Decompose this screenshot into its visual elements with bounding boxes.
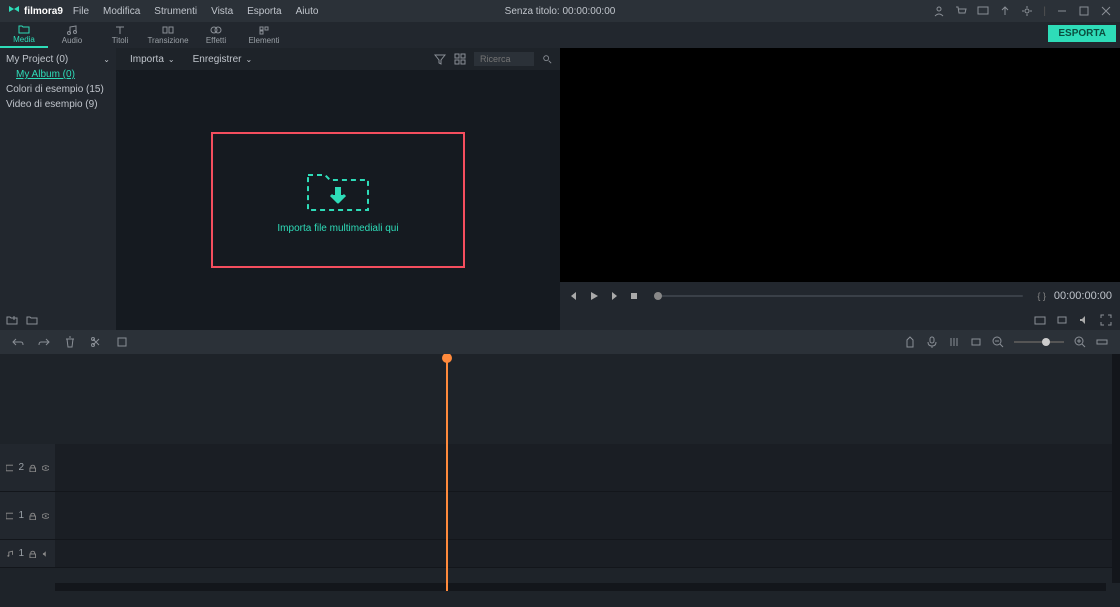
prev-frame-icon[interactable] (568, 290, 580, 302)
menubar: filmora9 File Modifica Strumenti Vista E… (0, 0, 1120, 22)
import-drop-zone[interactable]: Importa file multimediali qui (211, 132, 465, 268)
close-icon[interactable] (1100, 5, 1112, 17)
eye-icon[interactable] (42, 464, 49, 472)
tab-media[interactable]: Media (0, 22, 48, 48)
chevron-down-icon: ⌄ (246, 55, 253, 64)
eye-icon[interactable] (42, 512, 49, 520)
record-dropdown[interactable]: Enregistrer ⌄ (187, 52, 259, 67)
new-folder-icon[interactable] (6, 314, 18, 326)
sidebar: My Project (0) ⌄ My Album (0) Colori di … (0, 48, 116, 330)
sidebar-item-myalbum[interactable]: My Album (0) (6, 67, 110, 82)
video-track-2[interactable]: 2 (0, 444, 1120, 492)
effects-icon (210, 25, 222, 35)
chevron-down-icon: ⌄ (103, 55, 110, 64)
play-icon[interactable] (588, 290, 600, 302)
zoom-out-icon[interactable] (992, 336, 1004, 348)
import-dropdown[interactable]: Importa ⌄ (124, 52, 181, 67)
search-icon[interactable] (542, 54, 552, 64)
lock-icon[interactable] (29, 512, 36, 520)
horizontal-scrollbar[interactable] (55, 583, 1106, 591)
folder-icon (18, 24, 30, 34)
tab-elementi[interactable]: Elementi (240, 22, 288, 48)
quality-icon[interactable] (1056, 314, 1068, 326)
stop-icon[interactable] (628, 290, 640, 302)
filter-icon[interactable] (434, 53, 446, 65)
timeline-toolbar (0, 330, 1120, 354)
tabbar: Media Audio Titoli Transizione Effetti E… (0, 22, 1120, 48)
video-track-icon (6, 512, 13, 520)
cart-icon[interactable] (955, 5, 967, 17)
tab-titoli[interactable]: Titoli (96, 22, 144, 48)
audio-track-1[interactable]: 1 (0, 540, 1120, 568)
preview-slider[interactable] (654, 295, 1023, 297)
undo-icon[interactable] (12, 336, 24, 348)
folder-icon[interactable] (26, 314, 38, 326)
vertical-scrollbar[interactable] (1112, 354, 1120, 583)
grid-view-icon[interactable] (454, 53, 466, 65)
preview-timecode: 00:00:00:00 (1054, 290, 1112, 302)
zoom-in-icon[interactable] (1074, 336, 1086, 348)
zoom-slider[interactable] (1014, 341, 1064, 343)
menu-aiuto[interactable]: Aiuto (296, 6, 319, 17)
crop-icon[interactable] (116, 336, 128, 348)
menu-file[interactable]: File (73, 6, 89, 17)
frame-nav[interactable]: { } (1037, 291, 1046, 301)
next-frame-icon[interactable] (608, 290, 620, 302)
mixer-icon[interactable] (948, 336, 960, 348)
maximize-icon[interactable] (1078, 5, 1090, 17)
text-icon (114, 25, 126, 35)
preview-video[interactable] (560, 48, 1120, 282)
zoom-fit-icon[interactable] (1096, 336, 1108, 348)
video-track-icon (6, 464, 13, 472)
screenshot-icon[interactable] (1034, 314, 1046, 326)
timeline: 00:00:00:00 00:00:04:05 00:00:08:10 00:0… (0, 354, 1120, 591)
preview-panel: { } 00:00:00:00 (560, 48, 1120, 330)
audio-track-icon (6, 550, 13, 558)
marker-icon[interactable] (904, 336, 916, 348)
mic-icon[interactable] (926, 336, 938, 348)
media-panel: Importa ⌄ Enregistrer ⌄ Impor (116, 48, 560, 330)
media-toolbar: Importa ⌄ Enregistrer ⌄ (116, 48, 560, 70)
elements-icon (258, 25, 270, 35)
mute-icon[interactable] (42, 550, 49, 558)
settings-icon[interactable] (1021, 5, 1033, 17)
menu-strumenti[interactable]: Strumenti (154, 6, 197, 17)
sidebar-item-myproject[interactable]: My Project (0) ⌄ (6, 52, 110, 67)
sidebar-item-colori[interactable]: Colori di esempio (15) (6, 82, 110, 97)
menu-esporta[interactable]: Esporta (247, 6, 281, 17)
tab-effetti[interactable]: Effetti (192, 22, 240, 48)
sidebar-item-video[interactable]: Video di esempio (9) (6, 97, 110, 112)
window-title: Senza titolo: 00:00:00:00 (505, 6, 616, 17)
transition-icon (162, 25, 174, 35)
import-folder-icon (305, 167, 371, 213)
menu-vista[interactable]: Vista (211, 6, 233, 17)
message-icon[interactable] (977, 5, 989, 17)
redo-icon[interactable] (38, 336, 50, 348)
playhead[interactable] (446, 354, 448, 591)
app-logo: filmora9 (8, 5, 63, 17)
split-icon[interactable] (90, 336, 102, 348)
import-text: Importa file multimediali qui (277, 223, 398, 234)
upload-icon[interactable] (999, 5, 1011, 17)
app-name: filmora9 (24, 6, 63, 17)
account-icon[interactable] (933, 5, 945, 17)
tab-audio[interactable]: Audio (48, 22, 96, 48)
export-button[interactable]: ESPORTA (1048, 25, 1116, 42)
preview-controls: { } 00:00:00:00 (560, 282, 1120, 310)
minimize-icon[interactable] (1056, 5, 1068, 17)
delete-icon[interactable] (64, 336, 76, 348)
render-icon[interactable] (970, 336, 982, 348)
lock-icon[interactable] (29, 550, 36, 558)
logo-icon (8, 5, 20, 17)
chevron-down-icon: ⌄ (168, 55, 175, 64)
video-track-1[interactable]: 1 (0, 492, 1120, 540)
search-input[interactable] (474, 52, 534, 66)
tab-transizione[interactable]: Transizione (144, 22, 192, 48)
volume-icon[interactable] (1078, 314, 1090, 326)
music-icon (66, 25, 78, 35)
fullscreen-icon[interactable] (1100, 314, 1112, 326)
menu-modifica[interactable]: Modifica (103, 6, 140, 17)
lock-icon[interactable] (29, 464, 36, 472)
